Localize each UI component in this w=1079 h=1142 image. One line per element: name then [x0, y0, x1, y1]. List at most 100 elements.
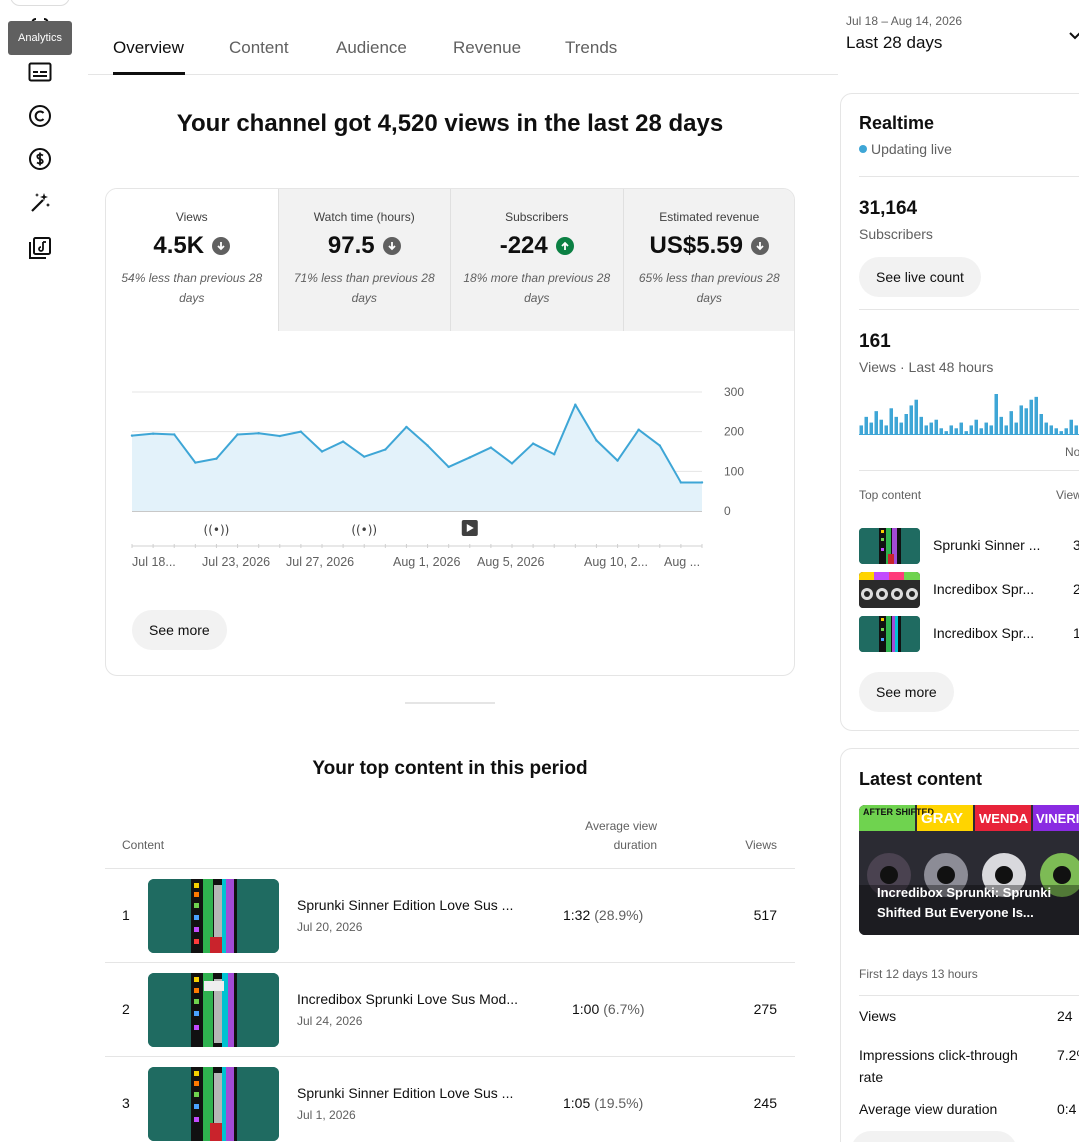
latest-video-caption: Incredibox Sprunki: Sprunki Shifted But …	[877, 885, 1052, 920]
column-header-avd[interactable]: Average view duration	[566, 817, 657, 855]
video-title[interactable]: Incredibox Sprunki Love Sus Mod...	[297, 991, 537, 1007]
y-tick-label: 200	[724, 425, 744, 439]
realtime-bar	[1034, 396, 1038, 434]
copyright-icon[interactable]	[27, 103, 53, 129]
data-point	[257, 432, 260, 435]
metric-revenue[interactable]: Estimated revenue US$5.59 65% less than …	[623, 189, 794, 331]
realtime-video-title[interactable]: Incredibox Spr...	[933, 581, 1049, 597]
realtime-content-item[interactable]: Incredibox Spr... 1	[859, 616, 1079, 652]
data-point	[510, 462, 514, 465]
realtime-see-more-button[interactable]: See more	[859, 672, 954, 712]
realtime-bar	[874, 411, 878, 434]
customization-icon[interactable]	[27, 190, 53, 216]
realtime-bar	[1049, 425, 1053, 434]
data-point	[405, 425, 408, 429]
y-tick-label: 100	[724, 464, 744, 478]
video-thumbnail[interactable]	[148, 973, 279, 1047]
data-point	[489, 446, 493, 449]
average-view-duration: 1:32 (28.9%)	[563, 907, 644, 923]
latest-stat-avd: Average view duration 0:4	[859, 1101, 1077, 1117]
metric-label: Estimated revenue	[659, 210, 760, 224]
metric-watch-time[interactable]: Watch time (hours) 97.5 71% less than pr…	[278, 189, 451, 331]
row-rank: 3	[122, 1095, 130, 1111]
realtime-content-item[interactable]: Sprunki Sinner ... 3	[859, 528, 1079, 564]
realtime-video-title[interactable]: Sprunki Sinner ...	[933, 537, 1049, 553]
x-tick-label: Jul 27, 2026	[286, 555, 354, 569]
see-live-count-button[interactable]: See live count	[859, 257, 981, 297]
data-point	[151, 432, 155, 435]
latest-go-button[interactable]	[851, 1131, 1017, 1142]
realtime-bar	[1019, 405, 1023, 434]
active-tab-indicator	[113, 72, 185, 75]
realtime-views-header: View	[1056, 488, 1079, 502]
tab-overview[interactable]: Overview	[113, 38, 184, 58]
y-tick-label: 300	[724, 385, 744, 399]
data-point	[637, 428, 640, 431]
video-title[interactable]: Sprunki Sinner Edition Love Sus ...	[297, 1085, 537, 1101]
data-point	[616, 459, 619, 462]
tab-content[interactable]: Content	[229, 38, 289, 58]
video-date: Jul 1, 2026	[297, 1108, 356, 1122]
data-point	[700, 481, 704, 484]
video-thumbnail[interactable]	[859, 528, 920, 564]
audio-library-icon[interactable]	[27, 235, 53, 261]
tab-audience[interactable]: Audience	[336, 38, 407, 58]
latest-stat-views: Views 24	[859, 1008, 1073, 1024]
metric-value: 4.5K	[153, 232, 205, 259]
date-range-text[interactable]: Jul 18 – Aug 14, 2026	[846, 14, 962, 28]
monetization-icon[interactable]	[27, 146, 53, 172]
realtime-bar	[1029, 399, 1033, 434]
row-rank: 2	[122, 1001, 130, 1017]
metric-views[interactable]: Views 4.5K 54% less than previous 28 day…	[106, 189, 279, 331]
chevron-down-icon[interactable]	[1068, 28, 1079, 44]
rail-top-pill[interactable]	[10, 0, 70, 6]
left-rail: Analytics	[0, 0, 80, 1142]
realtime-bar	[964, 431, 968, 434]
column-header-views[interactable]: Views	[720, 836, 777, 855]
arrow-down-icon	[382, 237, 401, 255]
realtime-bar	[989, 425, 993, 434]
video-thumbnail[interactable]	[148, 879, 279, 953]
realtime-bar	[984, 422, 988, 434]
video-title[interactable]: Sprunki Sinner Edition Love Sus ...	[297, 897, 537, 913]
realtime-video-views: 3	[1073, 537, 1079, 553]
realtime-video-title[interactable]: Incredibox Spr...	[933, 625, 1049, 641]
data-point	[278, 434, 281, 438]
average-view-duration: 1:05 (19.5%)	[563, 1095, 644, 1111]
realtime-video-views: 2	[1073, 581, 1079, 597]
subtitles-icon[interactable]	[27, 59, 53, 85]
live-dot-icon	[859, 145, 867, 153]
realtime-bar	[969, 425, 973, 434]
video-thumbnail[interactable]	[859, 572, 920, 608]
see-more-button[interactable]: See more	[132, 610, 227, 650]
video-views: 245	[753, 1095, 777, 1111]
video-thumbnail[interactable]	[859, 616, 920, 652]
video-views: 275	[753, 1001, 777, 1017]
table-row[interactable]: 3 Sprunki Sinner Edition Love Sus ... Ju…	[105, 1057, 795, 1142]
date-period-label[interactable]: Last 28 days	[846, 33, 942, 53]
section-divider	[405, 702, 495, 704]
latest-stat-ctr: Impressions click-through rate7.2%	[859, 1047, 1079, 1085]
table-row[interactable]: 1 Sprunki Sinner Edition Love Sus ... Ju…	[105, 869, 795, 962]
realtime-subscribers-label: Subscribers	[859, 226, 933, 242]
realtime-views-bar-chart[interactable]	[859, 390, 1079, 436]
views-chart[interactable]: 300 200 100 0 ((•)) ((•)) Jul 18... Jul 23, 202…	[106, 331, 795, 581]
realtime-bar	[979, 428, 983, 434]
realtime-bar	[994, 394, 998, 434]
latest-video-thumbnail[interactable]: AFTER SHIFTED GRAY WENDA VINERI Incredib…	[859, 805, 1079, 935]
data-point	[531, 442, 535, 445]
data-point	[447, 465, 450, 469]
latest-content-title: Latest content	[859, 769, 983, 789]
tab-revenue[interactable]: Revenue	[453, 38, 521, 58]
realtime-bar	[894, 416, 898, 434]
table-row[interactable]: 2 Incredibox Sprunki Love Sus Mod... Jul…	[105, 963, 795, 1056]
column-header-content: Content	[122, 838, 165, 852]
video-thumbnail[interactable]	[148, 1067, 279, 1141]
tab-trends[interactable]: Trends	[565, 38, 617, 58]
realtime-bar	[949, 425, 953, 434]
realtime-bar	[864, 416, 868, 434]
metric-value: US$5.59	[649, 232, 743, 259]
x-tick-label: Jul 18...	[132, 555, 176, 569]
realtime-content-item[interactable]: Incredibox Spr... 2	[859, 572, 1079, 608]
metric-subscribers[interactable]: Subscribers -224 18% more than previous …	[451, 189, 624, 331]
